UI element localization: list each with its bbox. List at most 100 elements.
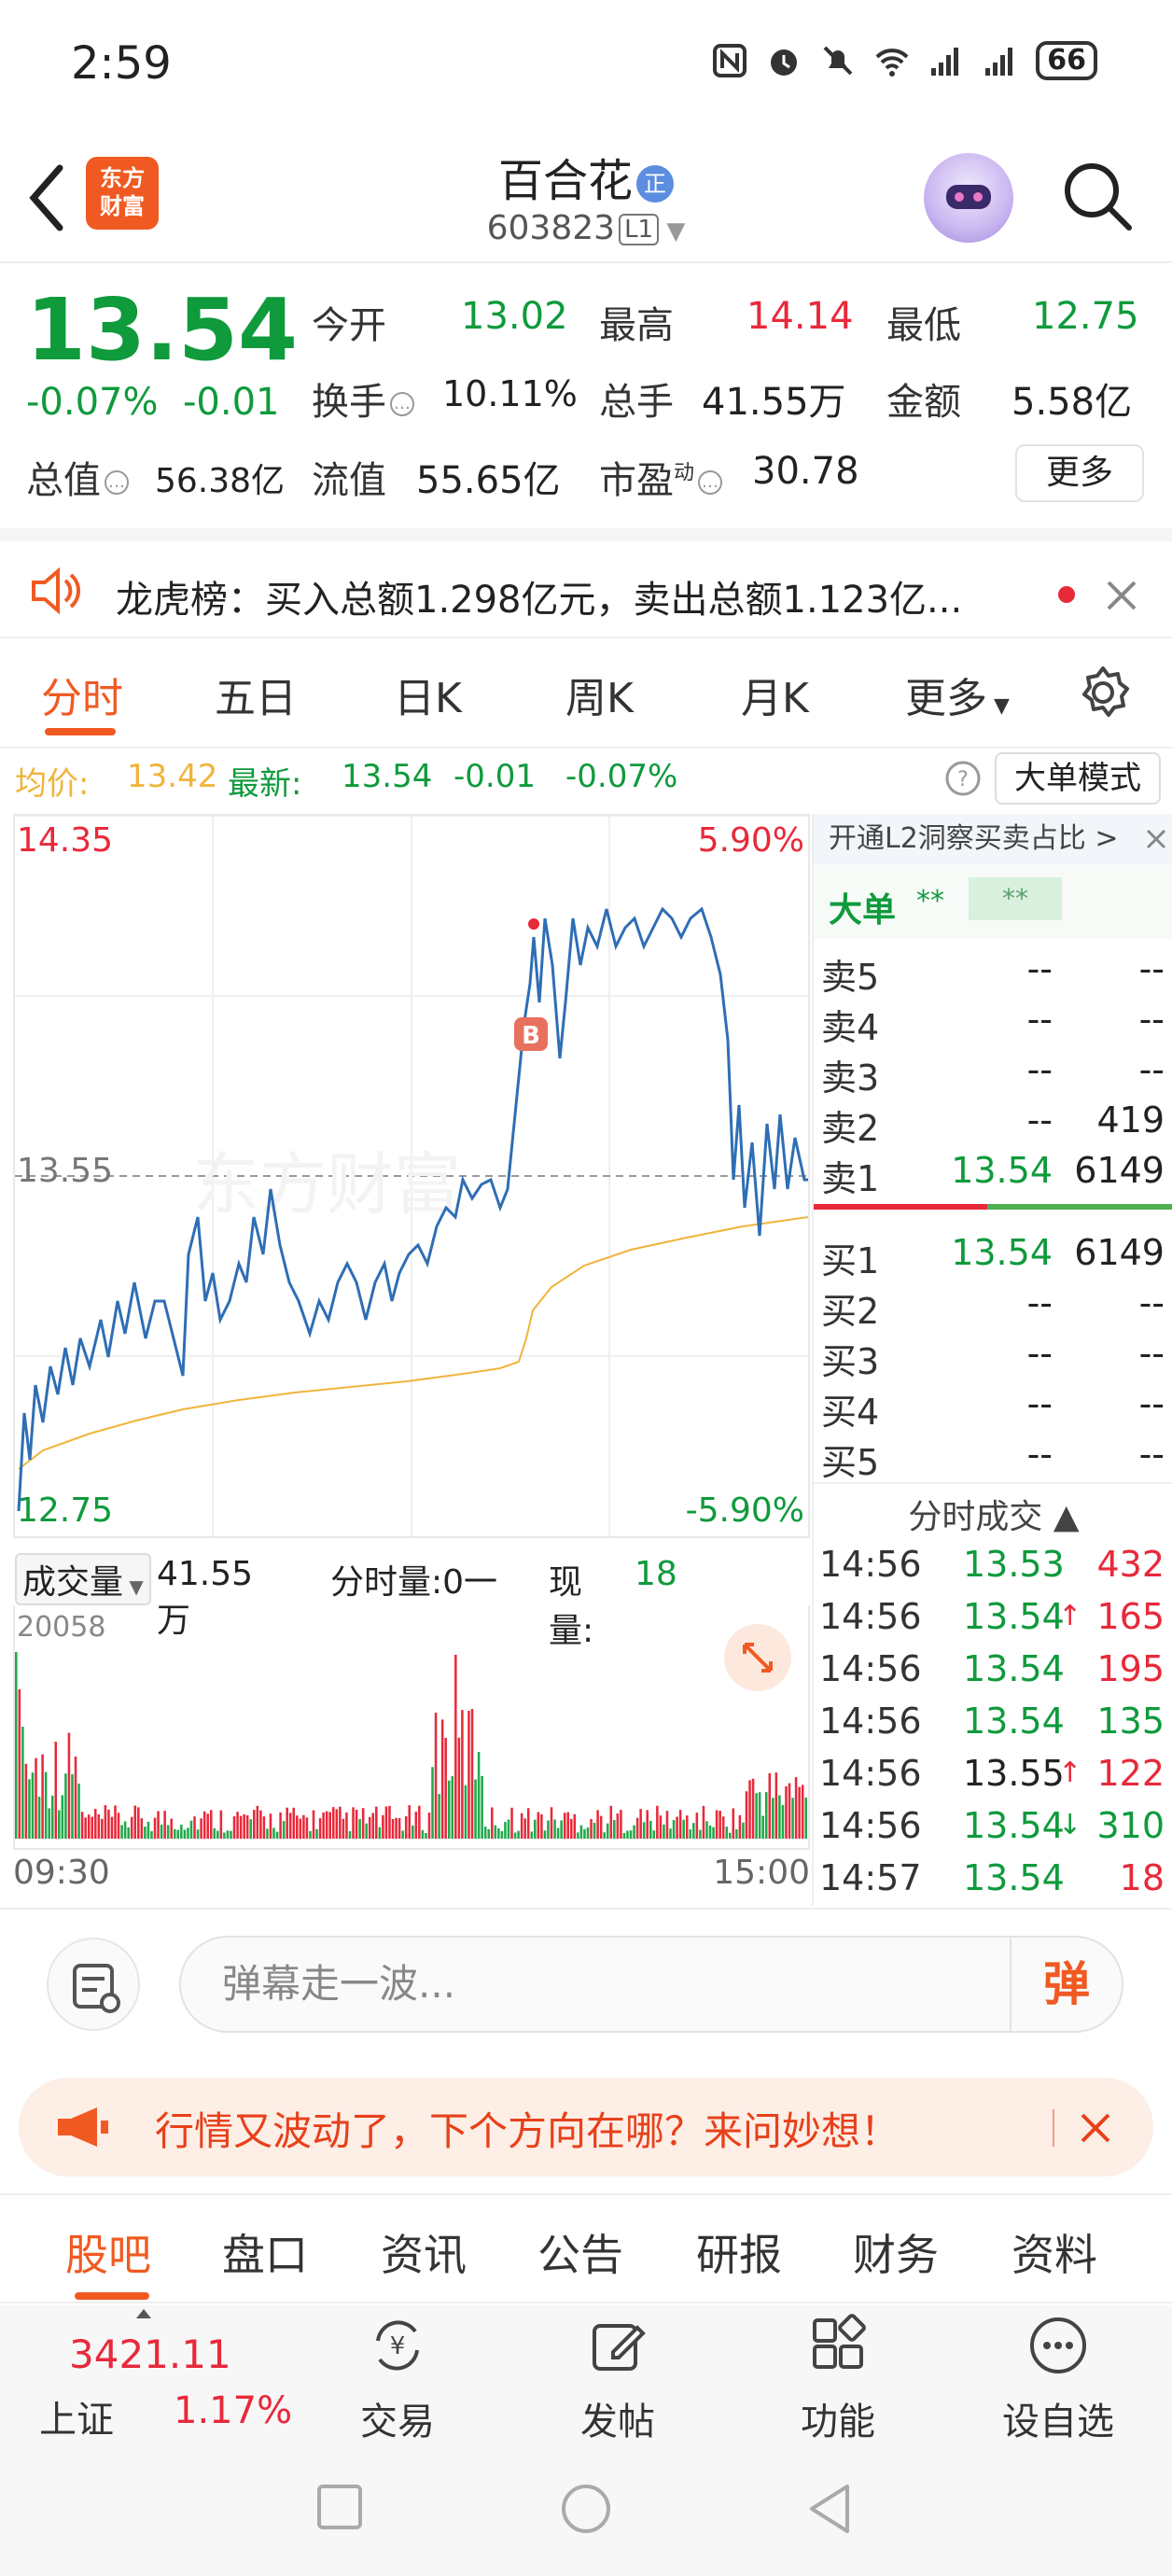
volume-bar	[249, 1819, 252, 1839]
danmu-send-button[interactable]: 弹	[1010, 1938, 1122, 2031]
tick-time: 14:56	[819, 1805, 922, 1846]
intraday-chart[interactable]: 东方财富 B 14.35 5.90% 13.55 12.75 -5.90%	[13, 814, 810, 1538]
tab-weekly-k[interactable]: 周K	[565, 665, 634, 724]
volume-bar	[685, 1815, 689, 1839]
volume-bar	[702, 1805, 705, 1839]
tick-time: 14:56	[819, 1648, 922, 1689]
settings-icon[interactable]	[1073, 663, 1133, 722]
post-button[interactable]: 发帖	[543, 2313, 692, 2445]
volume-bar	[699, 1829, 702, 1839]
tab-research[interactable]: 研报	[696, 2221, 782, 2283]
tab-profile[interactable]: 资料	[1012, 2221, 1097, 2283]
tab-news[interactable]: 资讯	[381, 2221, 467, 2283]
volume-chart[interactable]: 20058	[13, 1605, 810, 1850]
tick-time: 14:56	[819, 1544, 922, 1585]
add-watchlist-button[interactable]: 设自选	[984, 2313, 1133, 2445]
dragon-tiger-bar[interactable]: 龙虎榜：买入总额1.298亿元，卖出总额1.123亿...	[0, 528, 1172, 638]
amount-value: 5.58亿	[1012, 381, 1133, 424]
volume-selector[interactable]: 成交量 ▼	[15, 1553, 151, 1605]
high-label: 最高	[599, 304, 674, 347]
recents-icon[interactable]	[314, 2481, 366, 2533]
danmu-toggle-button[interactable]	[47, 1938, 140, 2031]
tab-five-day[interactable]: 五日	[215, 665, 297, 724]
big-order-mode-button[interactable]: 大单模式	[995, 752, 1161, 805]
volume-bar	[764, 1792, 768, 1839]
volume-bar	[682, 1819, 685, 1839]
volume-bar	[35, 1757, 37, 1839]
close-icon[interactable]	[1142, 825, 1170, 853]
tab-handicap[interactable]: 盘口	[222, 2221, 308, 2283]
volume-bar	[721, 1816, 725, 1839]
close-icon[interactable]	[1077, 2109, 1114, 2147]
big-order-v2: **	[969, 877, 1062, 920]
tab-financials[interactable]: 财务	[853, 2221, 939, 2283]
volume-bar	[44, 1771, 48, 1839]
trade-button[interactable]: ¥ 交易	[323, 2313, 472, 2445]
volume-bar	[299, 1818, 302, 1839]
tab-more[interactable]: 更多 ▼	[905, 665, 1010, 724]
tick-volume: 432	[1096, 1544, 1165, 1585]
bid-row[interactable]: 买1 13.54 6149	[814, 1228, 1172, 1281]
ask-row[interactable]: 卖3 -- --	[814, 1045, 1172, 1099]
more-button[interactable]: 更多	[1015, 444, 1144, 502]
tick-row: 14:56 13.55 ↑ 122	[814, 1749, 1172, 1799]
help-icon[interactable]: ?	[944, 760, 982, 797]
volume-bar	[431, 1767, 434, 1839]
bottom-pct-label: -5.90%	[685, 1491, 804, 1530]
bid-row[interactable]: 买3 -- --	[814, 1329, 1172, 1382]
ask-row[interactable]: 卖2 -- 419	[814, 1096, 1172, 1149]
volume-bar	[748, 1780, 751, 1839]
volume-bar	[398, 1818, 401, 1839]
volume-bar	[513, 1832, 517, 1839]
volume-bar	[785, 1785, 788, 1839]
volume-bar	[477, 1752, 481, 1839]
float-value: 55.65亿	[416, 459, 561, 502]
back-nav-icon[interactable]	[804, 2481, 857, 2537]
index-ticker[interactable]: 3421.11 上证 1.17%	[0, 2305, 308, 2445]
ask-row[interactable]: 卖4 -- --	[814, 995, 1172, 1048]
volume-bar	[689, 1829, 692, 1839]
volume-bar	[629, 1830, 633, 1839]
function-button[interactable]: 功能	[763, 2313, 913, 2445]
ticks-title[interactable]: 分时成交 ▲	[814, 1490, 1172, 1538]
tab-announcements[interactable]: 公告	[537, 2221, 623, 2283]
search-icon[interactable]	[1060, 159, 1135, 233]
promo-bar[interactable]: 行情又波动了，下个方向在哪？来问妙想！	[19, 2078, 1153, 2177]
volume-bar	[494, 1825, 497, 1839]
ask-row[interactable]: 卖1 13.54 6149	[814, 1146, 1172, 1199]
latest-label: 最新:	[228, 765, 302, 803]
tab-intraday[interactable]: 分时	[41, 665, 123, 724]
volume-bar	[695, 1813, 699, 1839]
bid-row[interactable]: 买2 -- --	[814, 1279, 1172, 1332]
mktcap-value: 56.38亿	[155, 462, 286, 500]
bid-row[interactable]: 买5 -- --	[814, 1430, 1172, 1483]
volume-bar	[613, 1820, 616, 1839]
home-icon[interactable]	[558, 2481, 614, 2537]
tab-forum[interactable]: 股吧	[65, 2221, 151, 2283]
volume-bar	[550, 1807, 553, 1839]
tick-price: 13.55	[963, 1753, 1065, 1794]
l2-upgrade-banner[interactable]: 开通L2洞察买卖占比 >	[814, 814, 1172, 864]
volume-bar	[279, 1812, 282, 1839]
assistant-avatar[interactable]	[924, 153, 1013, 243]
volume-bar	[772, 1798, 774, 1839]
tab-daily-k[interactable]: 日K	[394, 665, 462, 724]
index-name: 上证	[39, 2399, 114, 2442]
post-icon	[593, 2324, 646, 2371]
tick-arrow: ↑	[1058, 1600, 1082, 1632]
volume-bar	[447, 1780, 451, 1839]
stock-code: 603823	[486, 209, 616, 247]
bid-row[interactable]: 买4 -- --	[814, 1379, 1172, 1433]
volume-bar	[491, 1807, 494, 1839]
volume-bar	[804, 1798, 807, 1839]
danmu-input[interactable]: 弹幕走一波... 弹	[179, 1936, 1123, 2033]
volume-bar	[361, 1808, 365, 1839]
ask-row[interactable]: 卖5 -- --	[814, 945, 1172, 998]
close-icon[interactable]	[1105, 579, 1138, 612]
nfc-icon	[713, 44, 747, 77]
expand-button[interactable]	[724, 1624, 791, 1691]
pct-change: -0.07%	[26, 381, 159, 424]
tab-monthly-k[interactable]: 月K	[741, 665, 809, 724]
volume-bar	[421, 1829, 425, 1839]
volume-bar	[781, 1804, 785, 1839]
